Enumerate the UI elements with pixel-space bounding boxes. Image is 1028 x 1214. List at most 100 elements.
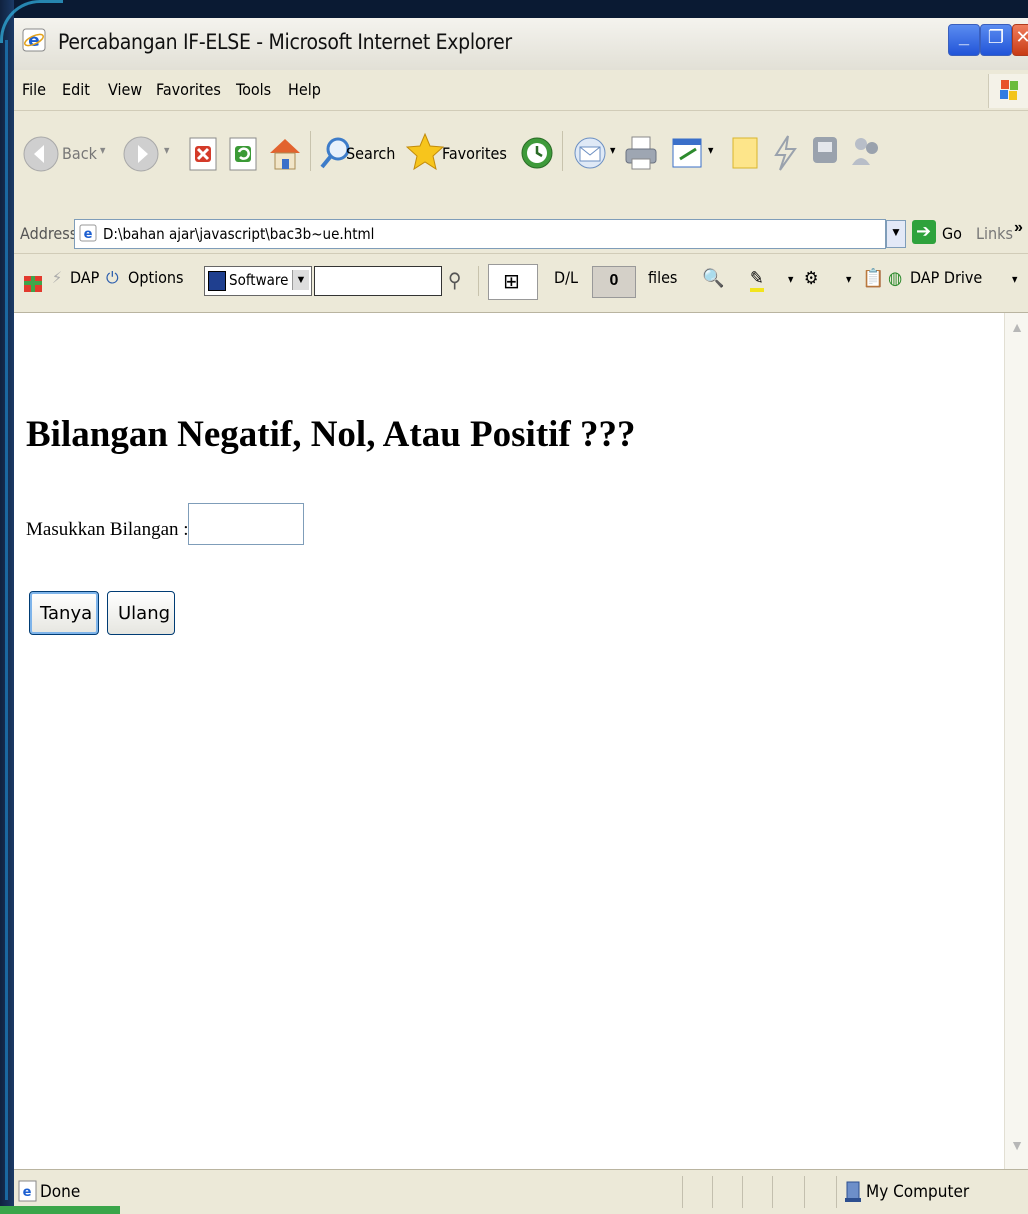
search-label[interactable]: Search	[346, 144, 395, 163]
browser-window: e Percabangan IF-ELSE - Microsoft Intern…	[14, 18, 1028, 1214]
status-bar: e Done My Computer	[14, 1169, 1028, 1214]
dap-drive-dropdown-icon[interactable]: ▾	[1012, 272, 1017, 286]
clipboard-icon[interactable]: 📋	[862, 268, 884, 289]
go-button[interactable]: ➔	[912, 220, 936, 244]
options-icon: ⏻	[106, 268, 119, 287]
status-divider	[682, 1176, 683, 1208]
stop-icon[interactable]	[186, 135, 220, 173]
go-arrow-icon: ➔	[916, 221, 932, 241]
restore-icon: ❐	[987, 27, 1005, 47]
toolbar-separator	[478, 266, 479, 296]
minimize-icon: _	[958, 27, 969, 47]
chevron-more-icon[interactable]: »	[1014, 219, 1023, 237]
page-icon: e	[79, 224, 97, 242]
status-divider	[772, 1176, 773, 1208]
toolbar-separator	[310, 131, 311, 171]
svg-text:e: e	[23, 1185, 32, 1200]
mail-icon[interactable]	[572, 133, 612, 173]
status-divider	[804, 1176, 805, 1208]
vertical-scrollbar[interactable]: ▲ ▼	[1004, 313, 1028, 1169]
dap-toolbar: ⚡ DAP ⏻ Options Software ▼ ⚲ ⊞ D/L 0 fil…	[14, 254, 1028, 313]
slide-frame-line	[5, 40, 8, 1200]
floppy-icon	[208, 271, 226, 291]
refresh-icon[interactable]	[226, 135, 260, 173]
go-label[interactable]: Go	[942, 224, 962, 243]
menu-favorites[interactable]: Favorites	[156, 80, 221, 99]
tools-dropdown-icon[interactable]: ▾	[846, 272, 851, 286]
menu-tools[interactable]: Tools	[236, 80, 271, 99]
toolbar-separator	[562, 131, 563, 171]
forward-dropdown-icon[interactable]: ▾	[164, 143, 169, 157]
forward-arrow-icon[interactable]	[122, 135, 160, 173]
gift-icon[interactable]	[22, 268, 44, 294]
highlight-dropdown-icon[interactable]: ▾	[788, 272, 793, 286]
category-value: Software	[229, 271, 289, 289]
ie-icon: e	[22, 28, 46, 52]
note-icon[interactable]	[728, 133, 762, 173]
dap-search-icon[interactable]: ⚲	[448, 268, 461, 292]
taskbar-start-strip	[0, 1206, 120, 1214]
edit-dropdown-icon[interactable]: ▾	[708, 143, 713, 157]
highlight-pen-icon[interactable]: ✎	[750, 268, 764, 292]
zone-text: My Computer	[866, 1182, 970, 1202]
page-content: Bilangan Negatif, Nol, Atau Positif ??? …	[14, 313, 1004, 1169]
dl-label: D/L	[554, 268, 578, 287]
home-icon[interactable]	[266, 133, 304, 173]
menu-view[interactable]: View	[108, 80, 142, 99]
binoculars-icon[interactable]: 🔍	[702, 268, 724, 289]
chevron-down-icon: ▼	[292, 270, 309, 290]
tools-icon[interactable]: ⚙	[804, 268, 819, 289]
print-icon[interactable]	[622, 133, 662, 173]
lightning-small-icon: ⚡	[52, 268, 63, 287]
options-label[interactable]: Options	[128, 268, 184, 287]
back-label[interactable]: Back	[62, 144, 97, 163]
contacts-icon[interactable]	[848, 131, 884, 171]
status-divider	[836, 1176, 837, 1208]
grid-icon: ⊞	[503, 271, 520, 293]
title-bar: e Percabangan IF-ELSE - Microsoft Intern…	[14, 18, 1028, 71]
favorites-star-icon[interactable]	[406, 131, 444, 173]
back-dropdown-icon[interactable]: ▾	[100, 143, 105, 157]
standard-toolbar: Back ▾ ▾ Search Favorites ▾ ▾	[14, 111, 1028, 216]
my-computer-icon	[845, 1181, 861, 1202]
dap-label[interactable]: DAP	[70, 268, 99, 287]
lightning-icon[interactable]	[768, 133, 802, 173]
status-divider	[742, 1176, 743, 1208]
chevron-down-icon: ▼	[890, 225, 902, 239]
address-label: Address	[20, 224, 78, 243]
address-field[interactable]: e D:\bahan ajar\javascript\bac3b~ue.html	[74, 219, 886, 249]
menu-file[interactable]: File	[22, 80, 46, 99]
number-input[interactable]	[188, 503, 304, 545]
menu-bar: File Edit View Favorites Tools Help	[14, 70, 1028, 111]
tanya-button[interactable]: Tanya	[29, 591, 99, 635]
scroll-up-icon[interactable]: ▲	[1009, 319, 1025, 339]
history-icon[interactable]	[518, 133, 556, 173]
links-label[interactable]: Links	[976, 224, 1013, 243]
close-icon: ✕	[1015, 27, 1028, 47]
maximize-button[interactable]: ❐	[980, 24, 1012, 56]
address-value[interactable]: D:\bahan ajar\javascript\bac3b~ue.html	[103, 225, 374, 243]
number-input-label: Masukkan Bilangan :	[26, 519, 189, 540]
globe-icon: ◍	[888, 268, 903, 289]
page-done-icon: e	[18, 1180, 37, 1202]
scroll-down-icon[interactable]: ▼	[1009, 1137, 1025, 1157]
download-manager-button[interactable]: ⊞	[488, 264, 538, 300]
status-divider	[712, 1176, 713, 1208]
close-button[interactable]: ✕	[1012, 24, 1028, 56]
minimize-button[interactable]: _	[948, 24, 980, 56]
back-arrow-icon[interactable]	[22, 135, 60, 173]
dap-search-input[interactable]	[314, 266, 442, 296]
address-dropdown-button[interactable]: ▼	[886, 220, 906, 248]
mail-dropdown-icon[interactable]: ▾	[610, 143, 615, 157]
menu-edit[interactable]: Edit	[62, 80, 90, 99]
window-title: Percabangan IF-ELSE - Microsoft Internet…	[58, 30, 512, 54]
menu-help[interactable]: Help	[288, 80, 321, 99]
page-heading: Bilangan Negatif, Nol, Atau Positif ???	[26, 414, 636, 455]
address-bar: Address e D:\bahan ajar\javascript\bac3b…	[14, 215, 1028, 254]
dap-drive-label[interactable]: DAP Drive	[910, 268, 982, 287]
favorites-label[interactable]: Favorites	[442, 144, 507, 163]
edit-page-icon[interactable]	[668, 133, 708, 173]
category-select[interactable]: Software ▼	[204, 266, 312, 296]
ulang-button[interactable]: Ulang	[107, 591, 175, 635]
messenger-icon[interactable]	[808, 131, 844, 171]
